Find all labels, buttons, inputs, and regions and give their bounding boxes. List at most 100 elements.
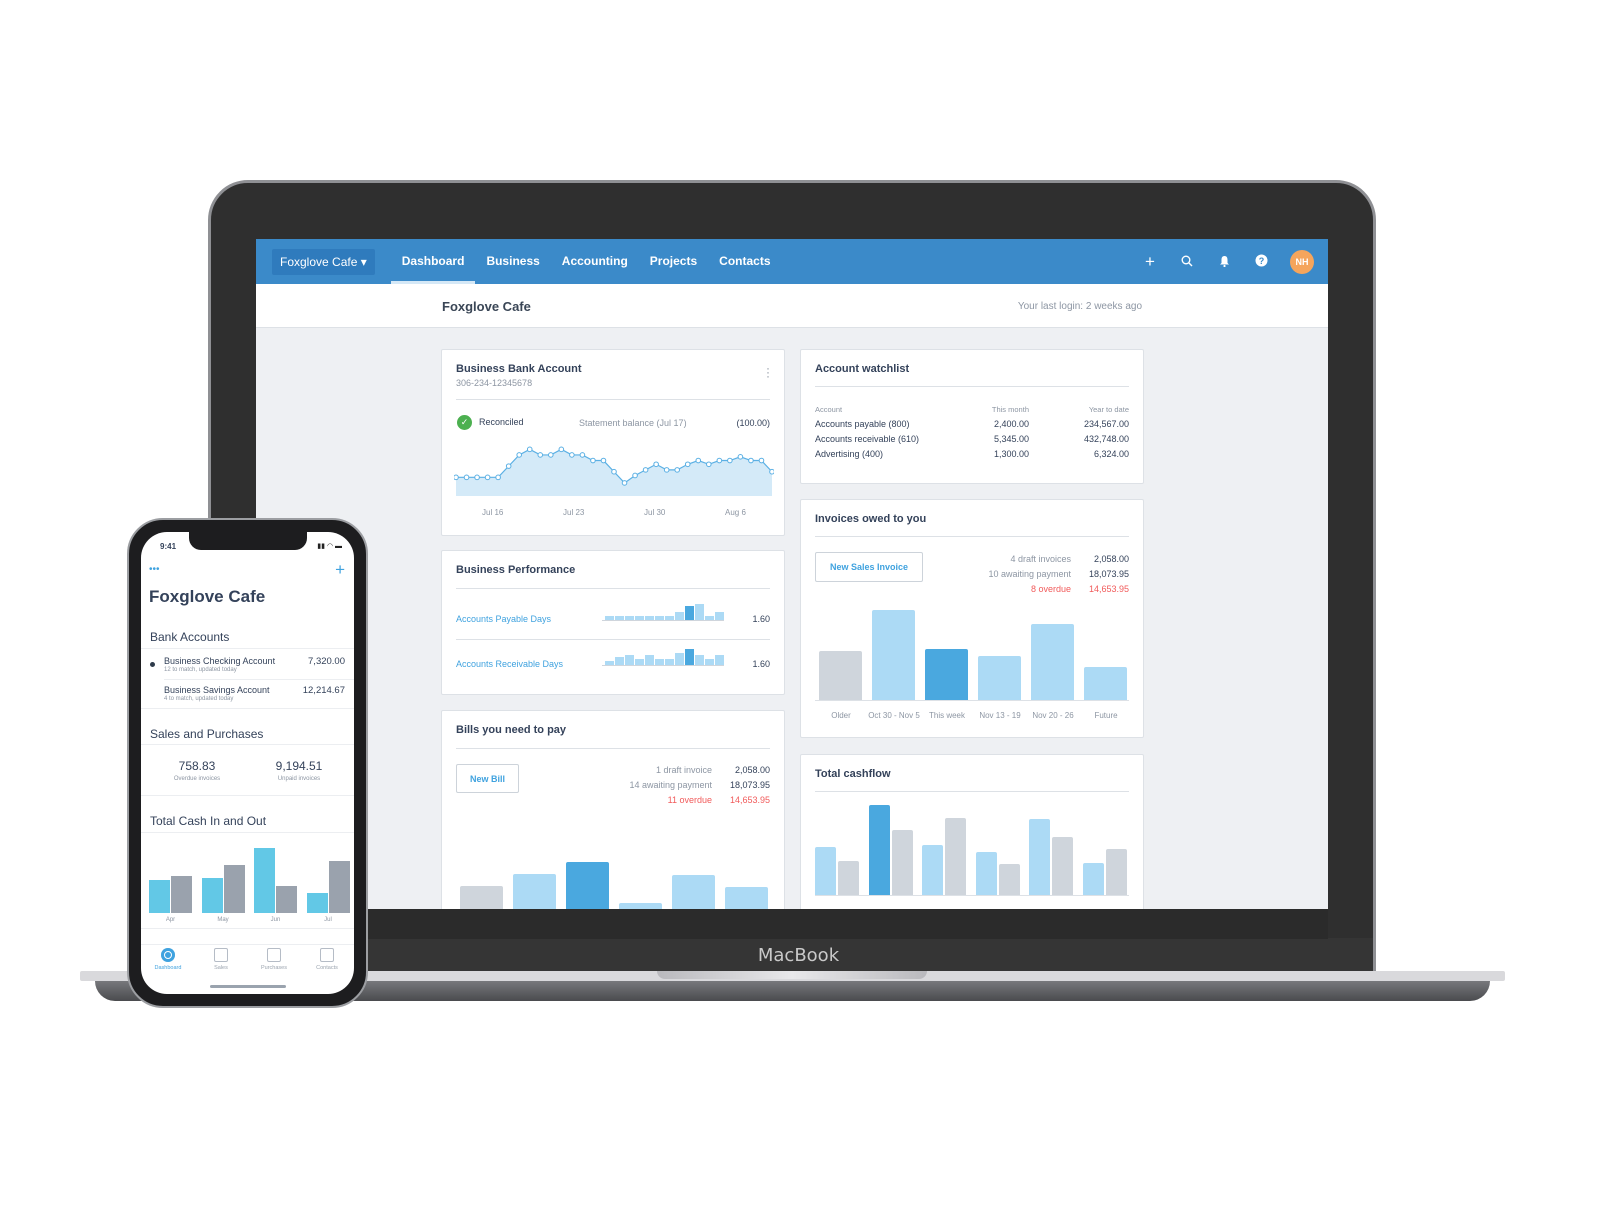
balance-point[interactable] xyxy=(674,467,680,473)
reconcile-status[interactable]: Reconciled xyxy=(479,417,524,427)
balance-point[interactable] xyxy=(716,457,723,464)
balance-point[interactable] xyxy=(463,474,470,481)
nav-contacts[interactable]: Contacts xyxy=(708,239,781,284)
summary-label[interactable]: 1 draft invoice xyxy=(656,765,712,775)
bar[interactable] xyxy=(513,874,556,909)
cash-out-bar[interactable] xyxy=(838,861,859,895)
nav-dashboard[interactable]: Dashboard xyxy=(390,239,476,284)
cash-in-bar[interactable] xyxy=(868,805,890,895)
new-bill-button[interactable]: New Bill xyxy=(456,764,519,793)
balance-point[interactable] xyxy=(579,452,586,458)
balance-point[interactable] xyxy=(695,457,702,464)
bar[interactable] xyxy=(1031,624,1074,700)
x-tick-label: May xyxy=(217,917,229,923)
balance-point[interactable] xyxy=(769,468,774,475)
overdue-label[interactable]: 8 overdue xyxy=(1031,584,1071,594)
cash-out-bar[interactable] xyxy=(171,876,192,913)
balance-point[interactable] xyxy=(484,474,491,481)
search-icon[interactable] xyxy=(1179,254,1195,270)
balance-point[interactable] xyxy=(590,457,596,464)
balance-point[interactable] xyxy=(537,452,544,458)
cash-in-bar[interactable] xyxy=(1082,863,1104,895)
tab-dashboard[interactable]: Dashboard xyxy=(144,948,192,976)
balance-point[interactable] xyxy=(516,452,522,458)
bar[interactable] xyxy=(819,651,862,700)
tab-contacts[interactable]: Contacts xyxy=(303,948,351,976)
balance-point[interactable] xyxy=(600,457,607,464)
balance-point[interactable] xyxy=(663,467,670,473)
balance-point[interactable] xyxy=(621,480,628,486)
add-icon[interactable]: + xyxy=(335,560,345,580)
balance-point[interactable] xyxy=(727,457,733,464)
bar[interactable] xyxy=(619,903,662,909)
new-sales-invoice-button[interactable]: New Sales Invoice xyxy=(815,552,923,582)
bar[interactable] xyxy=(725,887,768,909)
balance-point[interactable] xyxy=(505,463,512,469)
balance-point[interactable] xyxy=(454,474,459,481)
balance-point[interactable] xyxy=(748,457,754,464)
cash-in-bar[interactable] xyxy=(922,845,943,895)
more-options-icon[interactable]: · · · xyxy=(766,362,770,382)
balance-point[interactable] xyxy=(642,467,649,473)
cash-out-bar[interactable] xyxy=(891,830,913,895)
nav-accounting[interactable]: Accounting xyxy=(551,239,639,284)
balance-point[interactable] xyxy=(706,461,712,468)
cash-out-bar[interactable] xyxy=(328,861,350,913)
metric-link[interactable]: Accounts Receivable Days xyxy=(456,659,563,669)
bar[interactable] xyxy=(872,610,915,700)
bank-account-name[interactable]: Business Savings Account xyxy=(164,685,270,695)
cash-out-bar[interactable] xyxy=(276,886,297,913)
nav-business[interactable]: Business xyxy=(475,239,550,284)
cash-out-bar[interactable] xyxy=(1105,849,1127,895)
cash-in-bar[interactable] xyxy=(306,893,328,913)
balance-point[interactable] xyxy=(558,446,565,453)
cash-out-bar[interactable] xyxy=(223,865,245,913)
cash-out-bar[interactable] xyxy=(998,864,1020,895)
balance-point[interactable] xyxy=(526,446,533,453)
balance-point[interactable] xyxy=(653,461,659,468)
balance-point[interactable] xyxy=(632,472,638,479)
user-avatar[interactable]: NH xyxy=(1290,249,1314,274)
tab-purchases[interactable]: Purchases xyxy=(250,948,298,976)
sparkbar xyxy=(685,649,694,665)
balance-point[interactable] xyxy=(684,461,691,468)
bar[interactable] xyxy=(672,875,715,909)
cash-in-bar[interactable] xyxy=(254,848,275,913)
balance-point[interactable] xyxy=(548,452,554,458)
cash-in-bar[interactable] xyxy=(201,878,223,913)
balance-point[interactable] xyxy=(495,474,501,481)
overdue-label[interactable]: 11 overdue xyxy=(668,795,712,805)
plus-icon[interactable]: + xyxy=(1142,252,1158,272)
balance-point[interactable] xyxy=(737,453,744,460)
stat-value[interactable]: 9,194.51 xyxy=(259,759,339,773)
cash-in-bar[interactable] xyxy=(149,880,170,913)
more-menu-icon[interactable]: ••• xyxy=(149,564,160,575)
cash-out-bar[interactable] xyxy=(1052,837,1073,895)
bar[interactable] xyxy=(925,649,968,700)
summary-label[interactable]: 14 awaiting payment xyxy=(629,780,712,790)
balance-point[interactable] xyxy=(758,457,765,464)
bar[interactable] xyxy=(566,862,609,909)
stat-value[interactable]: 758.83 xyxy=(157,759,237,773)
bar[interactable] xyxy=(978,656,1021,700)
bar[interactable] xyxy=(460,886,503,909)
help-icon[interactable]: ? xyxy=(1253,254,1269,270)
bar[interactable] xyxy=(1084,667,1127,700)
cash-in-bar[interactable] xyxy=(815,847,836,895)
metric-link[interactable]: Accounts Payable Days xyxy=(456,614,551,624)
sales-icon xyxy=(214,948,228,962)
tab-sales[interactable]: Sales xyxy=(197,948,245,976)
bell-icon[interactable] xyxy=(1216,254,1232,270)
balance-point[interactable] xyxy=(611,468,617,475)
org-switcher[interactable]: Foxglove Cafe ▾ xyxy=(272,248,375,275)
cash-out-bar[interactable] xyxy=(945,818,966,895)
balance-point[interactable] xyxy=(569,452,575,458)
card-title[interactable]: Business Bank Account xyxy=(456,363,582,375)
cash-in-bar[interactable] xyxy=(1029,819,1050,895)
nav-projects[interactable]: Projects xyxy=(639,239,708,284)
cash-in-bar[interactable] xyxy=(975,852,997,895)
summary-label[interactable]: 10 awaiting payment xyxy=(988,569,1071,579)
bank-account-name[interactable]: Business Checking Account xyxy=(164,656,275,666)
balance-point[interactable] xyxy=(474,474,480,481)
summary-label[interactable]: 4 draft invoices xyxy=(1010,554,1071,564)
